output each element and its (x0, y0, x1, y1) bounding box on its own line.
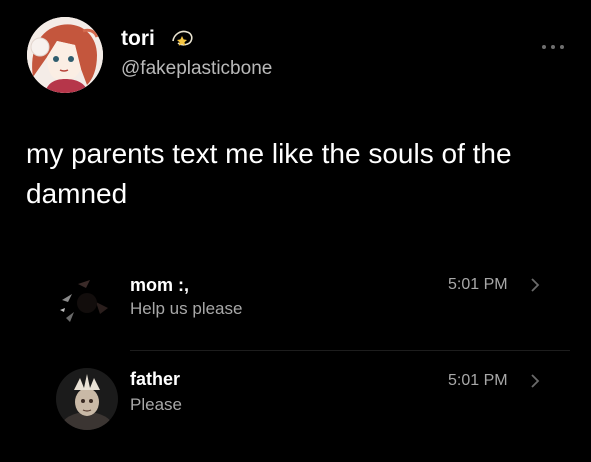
author-avatar[interactable] (27, 17, 103, 93)
conversation-name: mom :, (130, 275, 190, 295)
conversation-name: father (130, 369, 181, 389)
conversation-preview: Please (130, 395, 182, 414)
conversation-row-mom[interactable]: mom :, Help us please 5:01 PM (0, 260, 591, 340)
chevron-right-icon (530, 278, 540, 292)
conversation-divider (130, 350, 570, 351)
skull-figure-avatar-icon (56, 368, 118, 430)
conversation-preview: Help us please (130, 299, 243, 318)
author-display-name[interactable]: tori (121, 27, 155, 51)
more-dots-icon[interactable] (540, 38, 566, 49)
anime-avatar-icon (27, 17, 103, 93)
author-handle[interactable]: @fakeplasticbone (121, 58, 272, 80)
tweet-text: my parents text me like the souls of the… (26, 138, 512, 209)
chevron-right-icon (530, 374, 540, 388)
dizzy-star-icon (170, 25, 194, 49)
dark-glitch-avatar-icon (56, 272, 118, 334)
conversation-time: 5:01 PM (448, 372, 508, 389)
conversation-row-father[interactable]: father Please 5:01 PM (0, 360, 591, 440)
conversation-time: 5:01 PM (448, 276, 508, 293)
